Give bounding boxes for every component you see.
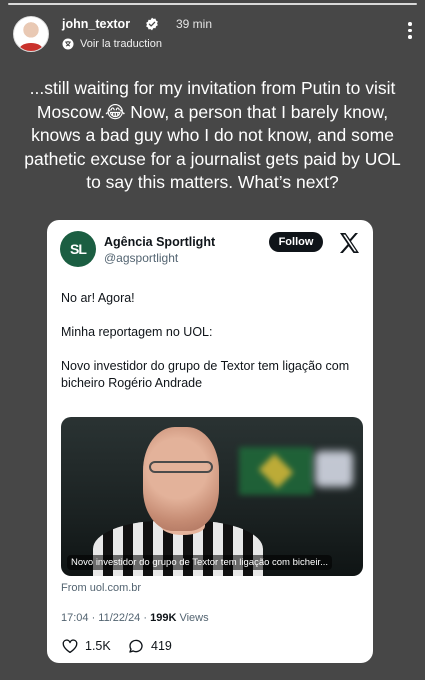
story-caption: ...still waiting for my invitation from … — [24, 78, 401, 192]
tweet-paragraph: Novo investidor do grupo de Textor tem l… — [61, 359, 350, 390]
views-label: Views — [176, 612, 209, 624]
translate-link[interactable]: Voir la traduction — [80, 38, 162, 50]
x-logo-icon[interactable] — [337, 231, 361, 255]
like-count: 1.5K — [85, 639, 111, 653]
link-source[interactable]: From uol.com.br — [61, 582, 141, 594]
tweet-paragraph: No ar! Agora! — [61, 291, 135, 305]
username[interactable]: john_textor — [62, 17, 130, 31]
account-logo[interactable]: SL — [60, 231, 96, 267]
article-headline-overlay[interactable]: Novo investidor do grupo de Textor tem l… — [67, 555, 332, 570]
heart-icon — [62, 639, 78, 654]
reply-button[interactable]: 419 — [127, 637, 172, 655]
time-ago: 39 min — [176, 17, 213, 31]
stadium-light — [315, 451, 353, 487]
account-handle[interactable]: @agsportlight — [104, 251, 178, 265]
person-glasses — [149, 461, 213, 473]
like-button[interactable]: 1.5K — [61, 637, 111, 655]
more-options-icon[interactable] — [407, 22, 413, 42]
story-progress-bar — [8, 3, 417, 5]
reply-count: 419 — [151, 639, 172, 653]
verified-badge-icon — [146, 17, 158, 31]
tweet-paragraph: Minha reportagem no UOL: — [61, 325, 213, 339]
person-head — [143, 427, 219, 531]
views-count: 199K — [150, 612, 177, 624]
avatar[interactable] — [13, 16, 49, 52]
embedded-tweet-card[interactable]: SL Agência Sportlight @agsportlight Foll… — [47, 220, 373, 663]
background-flag — [239, 447, 313, 495]
story-header: john_textor 39 min Voir la traduction — [13, 14, 413, 54]
follow-button[interactable]: Follow — [269, 232, 323, 252]
reply-icon — [129, 639, 143, 653]
timestamp: 17:04 · 11/22/24 · — [61, 612, 151, 624]
account-name[interactable]: Agência Sportlight — [104, 235, 215, 249]
tweet-text: No ar! Agora! Minha reportagem no UOL: N… — [61, 290, 361, 409]
translate-icon[interactable] — [62, 38, 74, 50]
article-image[interactable]: Novo investidor do grupo de Textor tem l… — [61, 417, 363, 576]
tweet-meta: 17:04 · 11/22/24 · 199K Views — [61, 612, 209, 624]
